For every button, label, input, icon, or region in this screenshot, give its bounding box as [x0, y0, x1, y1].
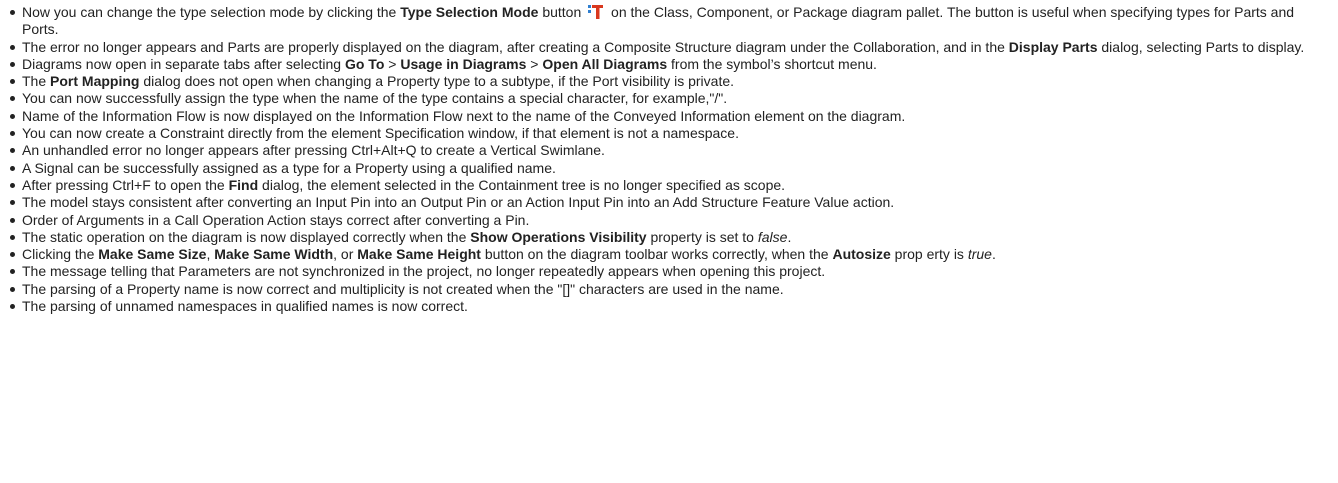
- item-text: Order of Arguments in a Call Operation A…: [22, 211, 530, 228]
- item-text: .: [787, 228, 792, 245]
- item-text: The message telling that Parameters are …: [22, 263, 826, 280]
- value-term: false: [757, 228, 788, 245]
- release-notes-list: Now you can change the type selection mo…: [0, 4, 1338, 315]
- list-item: The error no longer appears and Parts ar…: [10, 39, 1318, 56]
- item-text: The parsing of unnamed namespaces in qua…: [22, 298, 468, 315]
- ui-term: Make Same Width: [214, 246, 334, 263]
- list-item: The Port Mapping dialog does not open wh…: [10, 73, 1318, 90]
- ui-term: Usage in Diagrams: [400, 55, 527, 72]
- list-item: Clicking the Make Same Size, Make Same W…: [10, 246, 1318, 263]
- item-text: , or: [333, 246, 358, 263]
- item-text: The static operation on the diagram is n…: [22, 228, 471, 245]
- item-text: The parsing of a Property name is now co…: [22, 280, 784, 297]
- item-text: Diagrams now open in separate tabs after…: [22, 55, 345, 72]
- item-text: prop erty is: [890, 246, 968, 263]
- item-text: An unhandled error no longer appears aft…: [22, 142, 605, 159]
- item-text: Name of the Information Flow is now disp…: [22, 107, 906, 124]
- ui-term: Show Operations Visibility: [470, 228, 647, 245]
- list-item: The message telling that Parameters are …: [10, 263, 1318, 280]
- list-item: You can now successfully assign the type…: [10, 90, 1318, 107]
- item-text: button: [538, 4, 586, 20]
- item-text: >: [384, 55, 401, 72]
- item-text: >: [526, 55, 543, 72]
- item-text: dialog, the element selected in the Cont…: [258, 176, 786, 193]
- list-item: The static operation on the diagram is n…: [10, 229, 1318, 246]
- ui-term: Display Parts: [1008, 38, 1098, 55]
- list-item: The model stays consistent after convert…: [10, 194, 1318, 211]
- list-item: A Signal can be successfully assigned as…: [10, 160, 1318, 177]
- ui-term: Find: [228, 176, 259, 193]
- ui-term: Autosize: [832, 246, 891, 263]
- item-text: You can now create a Constraint directly…: [22, 125, 739, 142]
- list-item: Diagrams now open in separate tabs after…: [10, 56, 1318, 73]
- ui-term: Make Same Height: [357, 246, 481, 263]
- list-item: Name of the Information Flow is now disp…: [10, 108, 1318, 125]
- value-term: true: [967, 246, 992, 263]
- item-text: The: [22, 73, 51, 90]
- item-text: .: [991, 246, 996, 263]
- item-text: The model stays consistent after convert…: [22, 194, 895, 211]
- item-text: After pressing Ctrl+F to open the: [22, 176, 229, 193]
- item-text: dialog does not open when changing a Pro…: [139, 73, 735, 90]
- item-text: Clicking the: [22, 246, 99, 263]
- ui-term: Make Same Size: [98, 246, 207, 263]
- item-text: dialog, selecting Parts to display.: [1097, 38, 1305, 55]
- list-item: The parsing of a Property name is now co…: [10, 281, 1318, 298]
- item-text: A Signal can be successfully assigned as…: [22, 159, 556, 176]
- list-item: Order of Arguments in a Call Operation A…: [10, 212, 1318, 229]
- list-item: After pressing Ctrl+F to open the Find d…: [10, 177, 1318, 194]
- ui-term: Type Selection Mode: [400, 4, 539, 20]
- type-selection-mode-icon: [588, 4, 604, 20]
- item-text: property is set to: [646, 228, 758, 245]
- list-item: The parsing of unnamed namespaces in qua…: [10, 298, 1318, 315]
- item-text: button on the diagram toolbar works corr…: [480, 246, 833, 263]
- list-item: You can now create a Constraint directly…: [10, 125, 1318, 142]
- ui-term: Go To: [344, 55, 385, 72]
- ui-term: Port Mapping: [50, 73, 140, 90]
- list-item: Now you can change the type selection mo…: [10, 4, 1318, 39]
- list-item: An unhandled error no longer appears aft…: [10, 142, 1318, 159]
- ui-term: Open All Diagrams: [542, 55, 668, 72]
- item-text: The error no longer appears and Parts ar…: [22, 38, 1009, 55]
- item-text: You can now successfully assign the type…: [22, 90, 728, 107]
- item-text: from the symbol’s shortcut menu.: [667, 55, 877, 72]
- item-text: Now you can change the type selection mo…: [22, 4, 401, 20]
